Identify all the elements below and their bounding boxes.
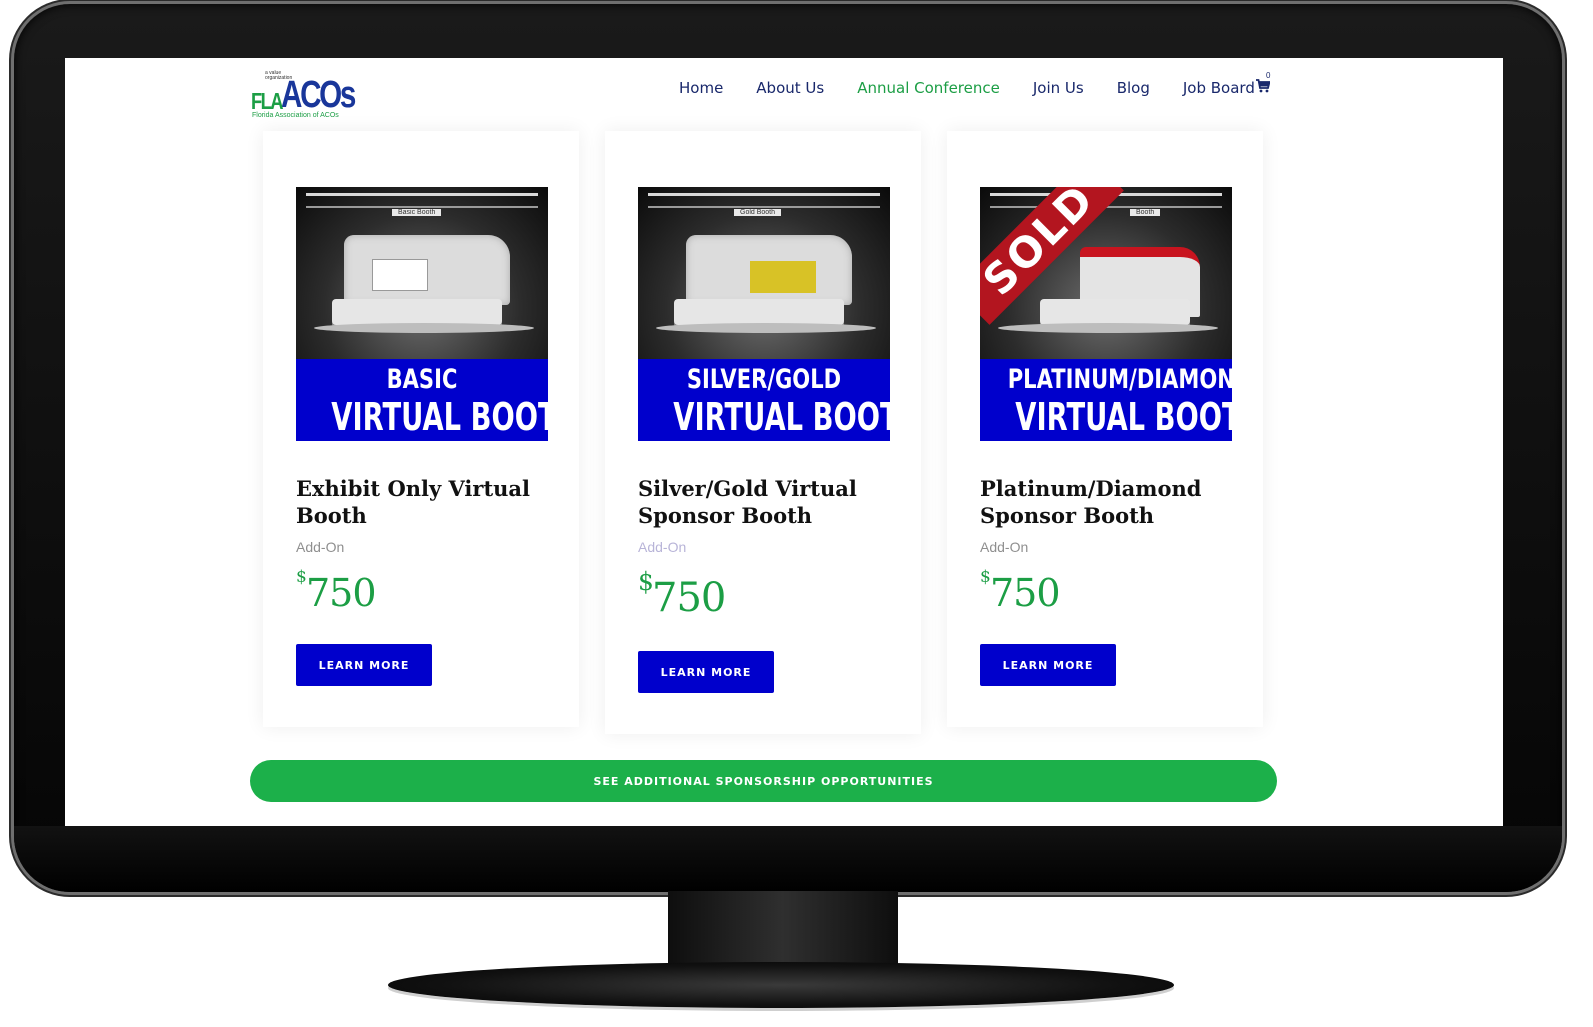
booth-scene: Gold Booth	[638, 187, 890, 359]
main-nav: Home About Us Annual Conference Join Us …	[679, 77, 1288, 99]
image-banner: SILVER/GOLD VIRTUAL BOOTH	[638, 359, 890, 441]
nav-home[interactable]: Home	[679, 79, 723, 97]
image-banner: PLATINUM/DIAMOND VIRTUAL BOOTH	[980, 359, 1232, 441]
booth-floor	[998, 323, 1218, 333]
product-title[interactable]: Platinum/Diamond Sponsor Booth	[980, 475, 1240, 529]
logo-subtitle: Florida Association of ACOs	[252, 112, 339, 119]
learn-more-button[interactable]: Learn more	[296, 644, 432, 686]
booth-floor	[656, 323, 876, 333]
product-title[interactable]: Silver/Gold Virtual Sponsor Booth	[638, 475, 898, 529]
site-logo[interactable]: a value organization ACOs FLA Florida As…	[251, 70, 356, 120]
product-card: Gold Booth SILVER/GOLD VIRTUAL BOOTH Sil…	[605, 131, 921, 734]
cart-button[interactable]: 0	[1256, 71, 1272, 97]
product-category[interactable]: Add-On	[638, 539, 686, 555]
banner-line1: BASIC	[386, 364, 458, 395]
monitor-chin	[14, 826, 1562, 892]
booth-counter	[674, 299, 844, 325]
product-category[interactable]: Add-On	[980, 539, 1028, 555]
nav-annual-conference[interactable]: Annual Conference	[857, 79, 1000, 97]
booth-scene: Booth SOLD	[980, 187, 1232, 359]
banner-line1: PLATINUM/DIAMOND	[1007, 364, 1232, 395]
booth-floor	[314, 323, 534, 333]
monitor-stand-neck	[668, 891, 898, 969]
booth-truss	[306, 193, 538, 208]
banner-line2: VIRTUAL BOOTH	[331, 395, 548, 439]
cart-count: 0	[1266, 71, 1271, 80]
booth-sign: Booth	[1130, 209, 1161, 216]
image-banner: BASIC VIRTUAL BOOTH	[296, 359, 548, 441]
monitor-stand-base	[388, 962, 1174, 1008]
nav-job-board[interactable]: Job Board	[1183, 79, 1255, 97]
price-amount: 750	[306, 571, 377, 615]
product-card: Basic Booth BASIC VIRTUAL BOOTH Exhibit …	[263, 131, 579, 727]
learn-more-button[interactable]: Learn more	[638, 651, 774, 693]
booth-counter	[1040, 299, 1190, 325]
product-category[interactable]: Add-On	[296, 539, 344, 555]
booth-counter	[332, 299, 502, 325]
additional-sponsorship-button[interactable]: See additional sponsorship opportunities	[250, 760, 1277, 802]
product-image[interactable]: Booth SOLD PLATINUM/DIAMOND VIRTUAL BOOT…	[980, 187, 1232, 441]
nav-join-us[interactable]: Join Us	[1033, 79, 1084, 97]
banner-line1: SILVER/GOLD	[686, 364, 842, 395]
product-image[interactable]: Basic Booth BASIC VIRTUAL BOOTH	[296, 187, 548, 441]
shopping-cart-icon	[1256, 79, 1271, 93]
screen: a value organization ACOs FLA Florida As…	[65, 58, 1503, 826]
nav-about-us[interactable]: About Us	[756, 79, 824, 97]
product-image[interactable]: Gold Booth SILVER/GOLD VIRTUAL BOOTH	[638, 187, 890, 441]
product-title[interactable]: Exhibit Only Virtual Booth	[296, 475, 556, 529]
nav-blog[interactable]: Blog	[1117, 79, 1150, 97]
booth-sign: Gold Booth	[734, 209, 782, 216]
booth-scene: Basic Booth	[296, 187, 548, 359]
price-amount: 750	[652, 575, 726, 621]
logo-acos: ACOs	[281, 74, 356, 116]
learn-more-button[interactable]: Learn more	[980, 644, 1116, 686]
banner-line2: VIRTUAL BOOTH	[1015, 395, 1232, 439]
booth-screen	[372, 259, 428, 291]
booth-screen	[750, 261, 816, 293]
banner-line2: VIRTUAL BOOTH	[673, 395, 890, 439]
booth-truss	[648, 193, 880, 208]
product-card: Booth SOLD PLATINUM/DIAMOND VIRTUAL BOOT…	[947, 131, 1263, 727]
logo-fla: FLA	[251, 88, 284, 114]
price-amount: 750	[990, 571, 1061, 615]
booth-sign: Basic Booth	[392, 209, 442, 216]
